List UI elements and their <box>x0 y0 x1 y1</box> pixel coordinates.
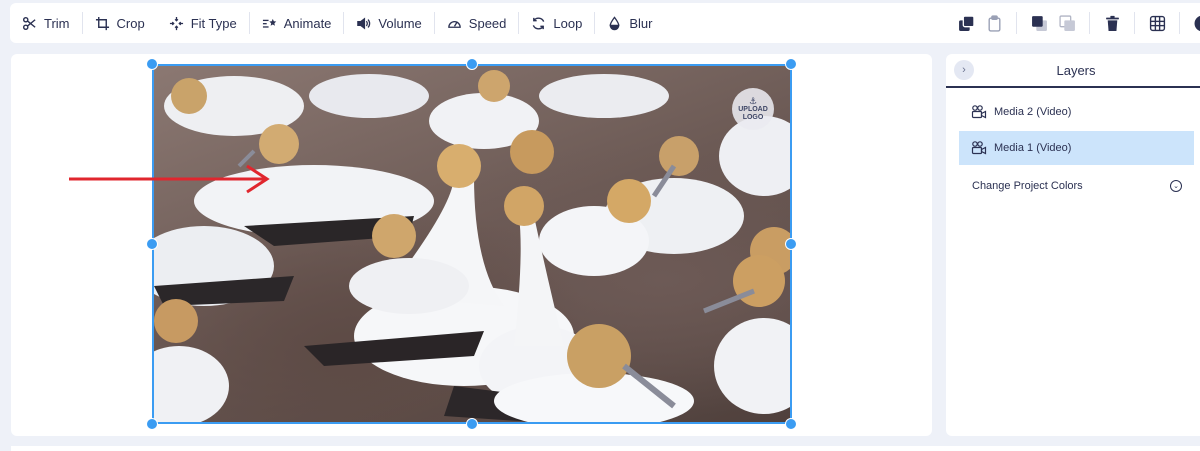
watermark-line2: LOGO <box>742 113 764 121</box>
loop-icon <box>533 17 545 29</box>
layer-item-media-1[interactable]: Media 1 (Video) <box>959 131 1194 165</box>
animate-label: Animate <box>283 15 332 31</box>
droplet-icon <box>609 15 620 30</box>
layers-title: Layers <box>1056 62 1096 78</box>
bring-forward-button[interactable] <box>952 3 980 43</box>
trim-label: Trim <box>44 15 70 31</box>
gannet-birds-illustration <box>154 70 790 422</box>
speedometer-icon <box>448 20 461 28</box>
resize-handle-left[interactable] <box>146 238 158 250</box>
resize-handle-top[interactable] <box>466 58 478 70</box>
annotation-arrow-icon <box>69 164 270 194</box>
bring-forward-icon <box>958 14 975 31</box>
resize-handle-bottom[interactable] <box>466 418 478 430</box>
delete-button[interactable] <box>1098 3 1126 43</box>
blur-button[interactable]: Blur <box>595 3 664 43</box>
layer-label: Media 2 (Video) <box>994 106 1072 118</box>
trim-button[interactable]: Trim <box>10 3 82 43</box>
resize-handle-bottom-left[interactable] <box>146 418 158 430</box>
divider <box>1016 12 1017 34</box>
fit-type-button[interactable]: Fit Type <box>157 3 249 43</box>
volume-icon <box>357 17 371 29</box>
layer-item-media-2[interactable]: Media 2 (Video) <box>959 95 1194 129</box>
crop-button[interactable]: Crop <box>83 3 157 43</box>
upload-logo-watermark[interactable]: ⚓ UPLOAD LOGO <box>732 88 774 130</box>
divider <box>1179 12 1180 34</box>
scissors-icon <box>22 16 36 30</box>
timeline-edge <box>11 446 1200 451</box>
loop-label: Loop <box>553 15 583 31</box>
loop-button[interactable]: Loop <box>519 3 594 43</box>
speed-label: Speed <box>468 15 507 31</box>
canvas-area: ⚓ UPLOAD LOGO <box>11 54 932 436</box>
speed-button[interactable]: Speed <box>435 3 519 43</box>
grid-button[interactable] <box>1143 3 1171 43</box>
change-colors-label: Change Project Colors <box>972 180 1083 192</box>
trash-icon <box>1105 15 1119 31</box>
layer-back-icon <box>1058 14 1075 31</box>
change-project-colors[interactable]: Change Project Colors ⌄ <box>972 178 1182 194</box>
anchor-icon: ⚓ <box>748 95 758 106</box>
play-icon <box>1194 15 1200 31</box>
toolbar: Trim Crop Fit Type Animate Volume Speed <box>10 3 1200 43</box>
resize-handle-top-right[interactable] <box>785 58 797 70</box>
divider <box>1134 12 1135 34</box>
layers-header: › Layers <box>946 54 1200 88</box>
fit-arrows-icon <box>169 16 183 30</box>
fit-type-label: Fit Type <box>190 15 237 31</box>
video-camera-icon <box>971 105 987 119</box>
chevron-down-icon: ⌄ <box>1170 180 1182 192</box>
play-button[interactable] <box>1188 3 1200 43</box>
volume-label: Volume <box>378 15 422 31</box>
paste-button[interactable] <box>980 3 1008 43</box>
layer-front-icon <box>1031 15 1047 31</box>
collapse-panel-button[interactable]: › <box>954 60 974 80</box>
watermark-line1: UPLOAD <box>738 105 768 113</box>
crop-label: Crop <box>116 15 145 31</box>
chevron-right-icon: › <box>962 64 966 76</box>
resize-handle-bottom-right[interactable] <box>785 418 797 430</box>
crop-icon <box>95 16 109 30</box>
animate-icon <box>262 18 276 28</box>
blur-label: Blur <box>629 15 653 31</box>
layer-label: Media 1 (Video) <box>994 142 1072 154</box>
layer-back-button[interactable] <box>1053 3 1081 43</box>
resize-handle-top-left[interactable] <box>146 58 158 70</box>
grid-icon <box>1149 15 1165 31</box>
divider <box>1089 12 1090 34</box>
layer-front-button[interactable] <box>1025 3 1053 43</box>
video-frame-birds: ⚓ UPLOAD LOGO <box>154 66 790 422</box>
volume-button[interactable]: Volume <box>344 3 433 43</box>
video-camera-icon <box>971 141 987 155</box>
layers-panel: › Layers Media 2 (Video) Media 1 (Video)… <box>946 54 1200 436</box>
resize-handle-right[interactable] <box>785 238 797 250</box>
selected-media[interactable]: ⚓ UPLOAD LOGO <box>152 64 792 424</box>
paste-icon <box>987 14 1001 32</box>
animate-button[interactable]: Animate <box>250 3 344 43</box>
arrange-tools <box>952 3 1200 43</box>
